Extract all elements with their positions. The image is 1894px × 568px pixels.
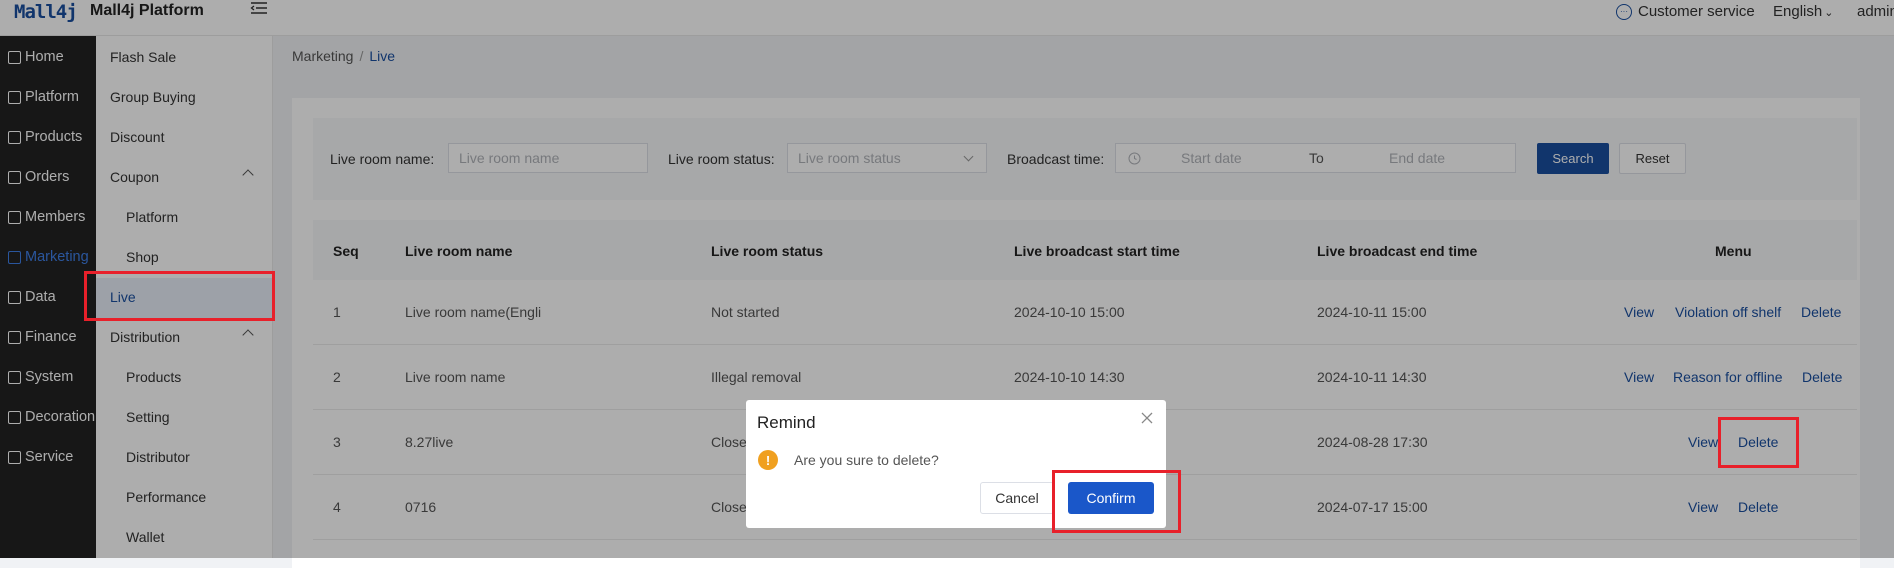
highlight-delete-link (1718, 417, 1799, 468)
dialog-message: Are you sure to delete? (794, 452, 939, 468)
warning-icon: ! (758, 450, 778, 470)
dialog-title: Remind (757, 413, 816, 432)
highlight-confirm-button (1052, 470, 1181, 533)
cancel-button[interactable]: Cancel (980, 482, 1054, 514)
highlight-live-nav (84, 271, 275, 321)
close-icon[interactable] (1139, 410, 1155, 426)
